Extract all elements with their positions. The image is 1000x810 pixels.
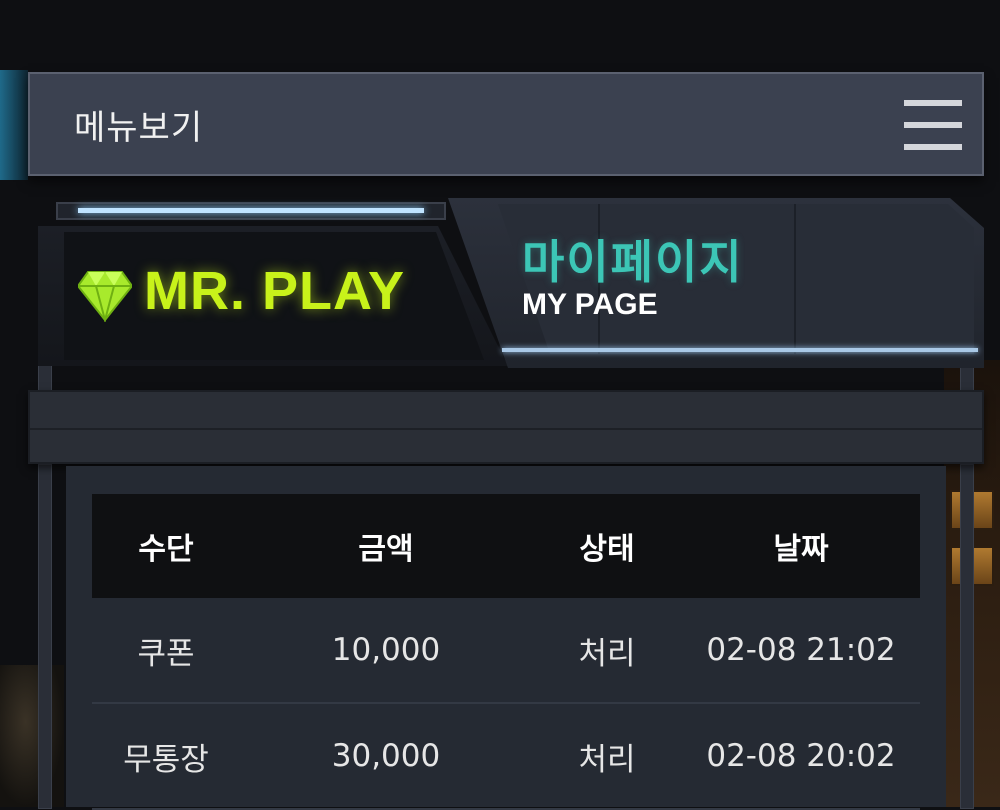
diamond-icon xyxy=(78,271,132,322)
header-amount: 금액 xyxy=(358,532,414,567)
content-panel: 수단 금액 상태 날짜 쿠폰 10,000 처리 02-08 21:02 무통장… xyxy=(66,466,946,810)
table-row: 쿠폰 10,000 처리 02-08 21:02 xyxy=(92,598,920,704)
table-header: 수단 금액 상태 날짜 xyxy=(92,494,920,598)
table-row: 무통장 30,000 처리 02-08 20:02 xyxy=(92,704,920,810)
sign-light-rail xyxy=(56,202,446,220)
header-method: 수단 xyxy=(138,532,194,567)
signboard: MR. PLAY 마이페이지 MY PAGE xyxy=(28,190,984,375)
cell-amount: 10,000 xyxy=(331,632,441,668)
header-date: 날짜 xyxy=(773,532,829,567)
header-status: 상태 xyxy=(579,532,635,567)
transaction-table: 수단 금액 상태 날짜 쿠폰 10,000 처리 02-08 21:02 무통장… xyxy=(92,494,920,810)
hamburger-icon[interactable] xyxy=(904,100,962,150)
panel-divider xyxy=(794,204,796,354)
cell-date: 02-08 21:02 xyxy=(706,632,896,668)
cell-status: 처리 xyxy=(578,635,636,672)
cell-status: 처리 xyxy=(578,741,636,778)
cell-method: 무통장 xyxy=(123,741,209,778)
sign-underline xyxy=(502,348,978,352)
menu-bar[interactable]: 메뉴보기 xyxy=(28,72,984,176)
page-subtitle: MY PAGE xyxy=(522,288,658,321)
brand-name: MR. PLAY xyxy=(144,261,406,321)
cell-amount: 30,000 xyxy=(331,738,441,774)
background-figure xyxy=(0,665,64,807)
cell-date: 02-08 20:02 xyxy=(706,738,896,774)
menu-label[interactable]: 메뉴보기 xyxy=(74,100,203,149)
background-glow xyxy=(0,70,28,180)
cell-method: 쿠폰 xyxy=(137,635,195,672)
sign-shelf xyxy=(28,390,984,464)
page-title: 마이페이지 xyxy=(522,235,744,289)
sign-pole xyxy=(960,464,974,809)
sign-pole xyxy=(38,464,52,809)
